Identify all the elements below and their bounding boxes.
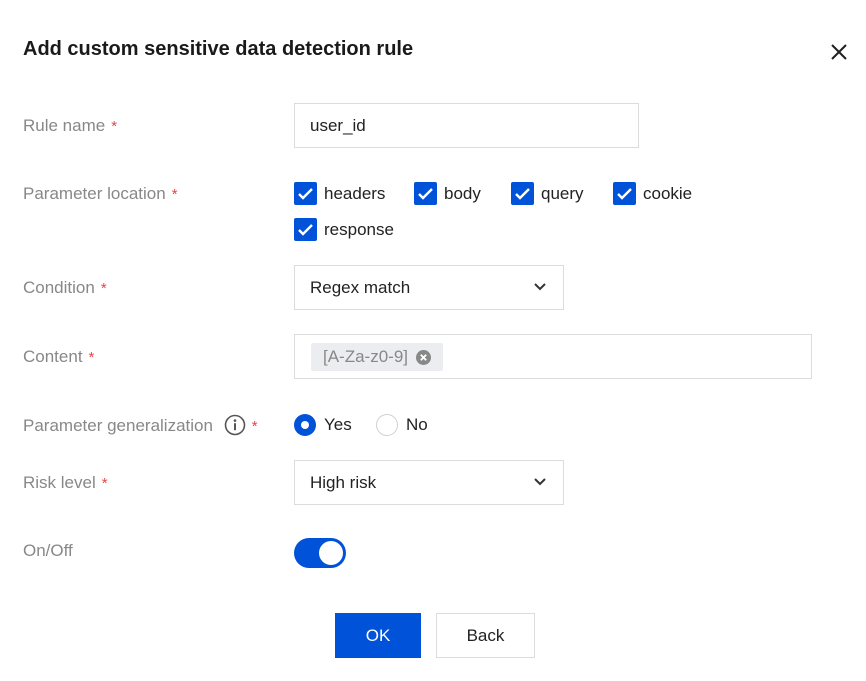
checkbox-checked-icon <box>414 182 437 205</box>
risk-level-selected-value: High risk <box>310 472 377 492</box>
condition-label: Condition * <box>23 278 107 298</box>
parameter-location-label: Parameter location * <box>23 184 178 204</box>
checkbox-checked-icon <box>294 218 317 241</box>
checkbox-query[interactable]: query <box>511 182 584 205</box>
tag-remove-icon[interactable] <box>416 349 432 365</box>
required-mark: * <box>101 475 108 492</box>
radio-no[interactable]: No <box>376 414 428 436</box>
content-tag: [A-Za-z0-9] <box>311 343 444 371</box>
rule-name-input[interactable] <box>295 104 638 147</box>
radio-unselected-icon <box>376 414 398 436</box>
required-mark: * <box>111 118 118 135</box>
content-label-text: Content <box>23 347 83 366</box>
parameter-generalization-label-text: Parameter generalization <box>23 416 213 435</box>
checkbox-label: response <box>324 219 394 239</box>
checkbox-label: query <box>541 183 584 203</box>
checkbox-label: body <box>444 183 481 203</box>
checkbox-checked-icon <box>613 182 636 205</box>
rule-name-field-wrapper <box>294 103 639 148</box>
risk-level-select[interactable]: High risk <box>294 460 564 505</box>
info-icon[interactable] <box>224 414 246 436</box>
required-mark: * <box>251 418 258 435</box>
content-label: Content * <box>23 347 94 367</box>
condition-select[interactable]: Regex match <box>294 265 564 310</box>
chevron-down-icon <box>534 282 546 290</box>
radio-label: Yes <box>324 415 352 434</box>
tag-label: [A-Za-z0-9] <box>323 347 409 366</box>
rule-name-label: Rule name * <box>23 116 117 136</box>
required-mark: * <box>100 280 107 297</box>
checkbox-body[interactable]: body <box>414 182 481 205</box>
parameter-generalization-label: Parameter generalization * <box>23 414 258 436</box>
checkbox-headers[interactable]: headers <box>294 182 385 205</box>
risk-level-label: Risk level * <box>23 473 108 493</box>
checkbox-label: headers <box>324 183 386 203</box>
checkbox-checked-icon <box>294 182 317 205</box>
on-off-label-text: On/Off <box>23 541 73 560</box>
back-button[interactable]: Back <box>436 613 535 658</box>
parameter-location-label-text: Parameter location <box>23 184 166 203</box>
checkbox-response[interactable]: response <box>294 218 394 241</box>
radio-label: No <box>406 415 428 434</box>
close-icon <box>831 44 847 60</box>
required-mark: * <box>171 186 178 203</box>
rule-name-label-text: Rule name <box>23 116 106 135</box>
dialog-title: Add custom sensitive data detection rule <box>23 38 414 60</box>
radio-selected-icon <box>294 414 316 436</box>
checkbox-label: cookie <box>643 183 693 203</box>
required-mark: * <box>88 349 95 366</box>
condition-label-text: Condition <box>23 278 95 297</box>
checkbox-checked-icon <box>511 182 534 205</box>
add-rule-dialog: Add custom sensitive data detection rule… <box>0 0 866 681</box>
on-off-toggle[interactable] <box>294 538 346 568</box>
radio-yes[interactable]: Yes <box>294 414 352 436</box>
toggle-knob <box>319 541 343 565</box>
on-off-label: On/Off <box>23 541 73 561</box>
content-tag-input[interactable]: [A-Za-z0-9] <box>294 334 812 379</box>
checkbox-cookie[interactable]: cookie <box>613 182 692 205</box>
ok-button[interactable]: OK <box>335 613 421 658</box>
chevron-down-icon <box>534 477 546 485</box>
risk-level-label-text: Risk level <box>23 473 96 492</box>
close-button[interactable] <box>828 41 850 63</box>
condition-selected-value: Regex match <box>310 277 411 297</box>
